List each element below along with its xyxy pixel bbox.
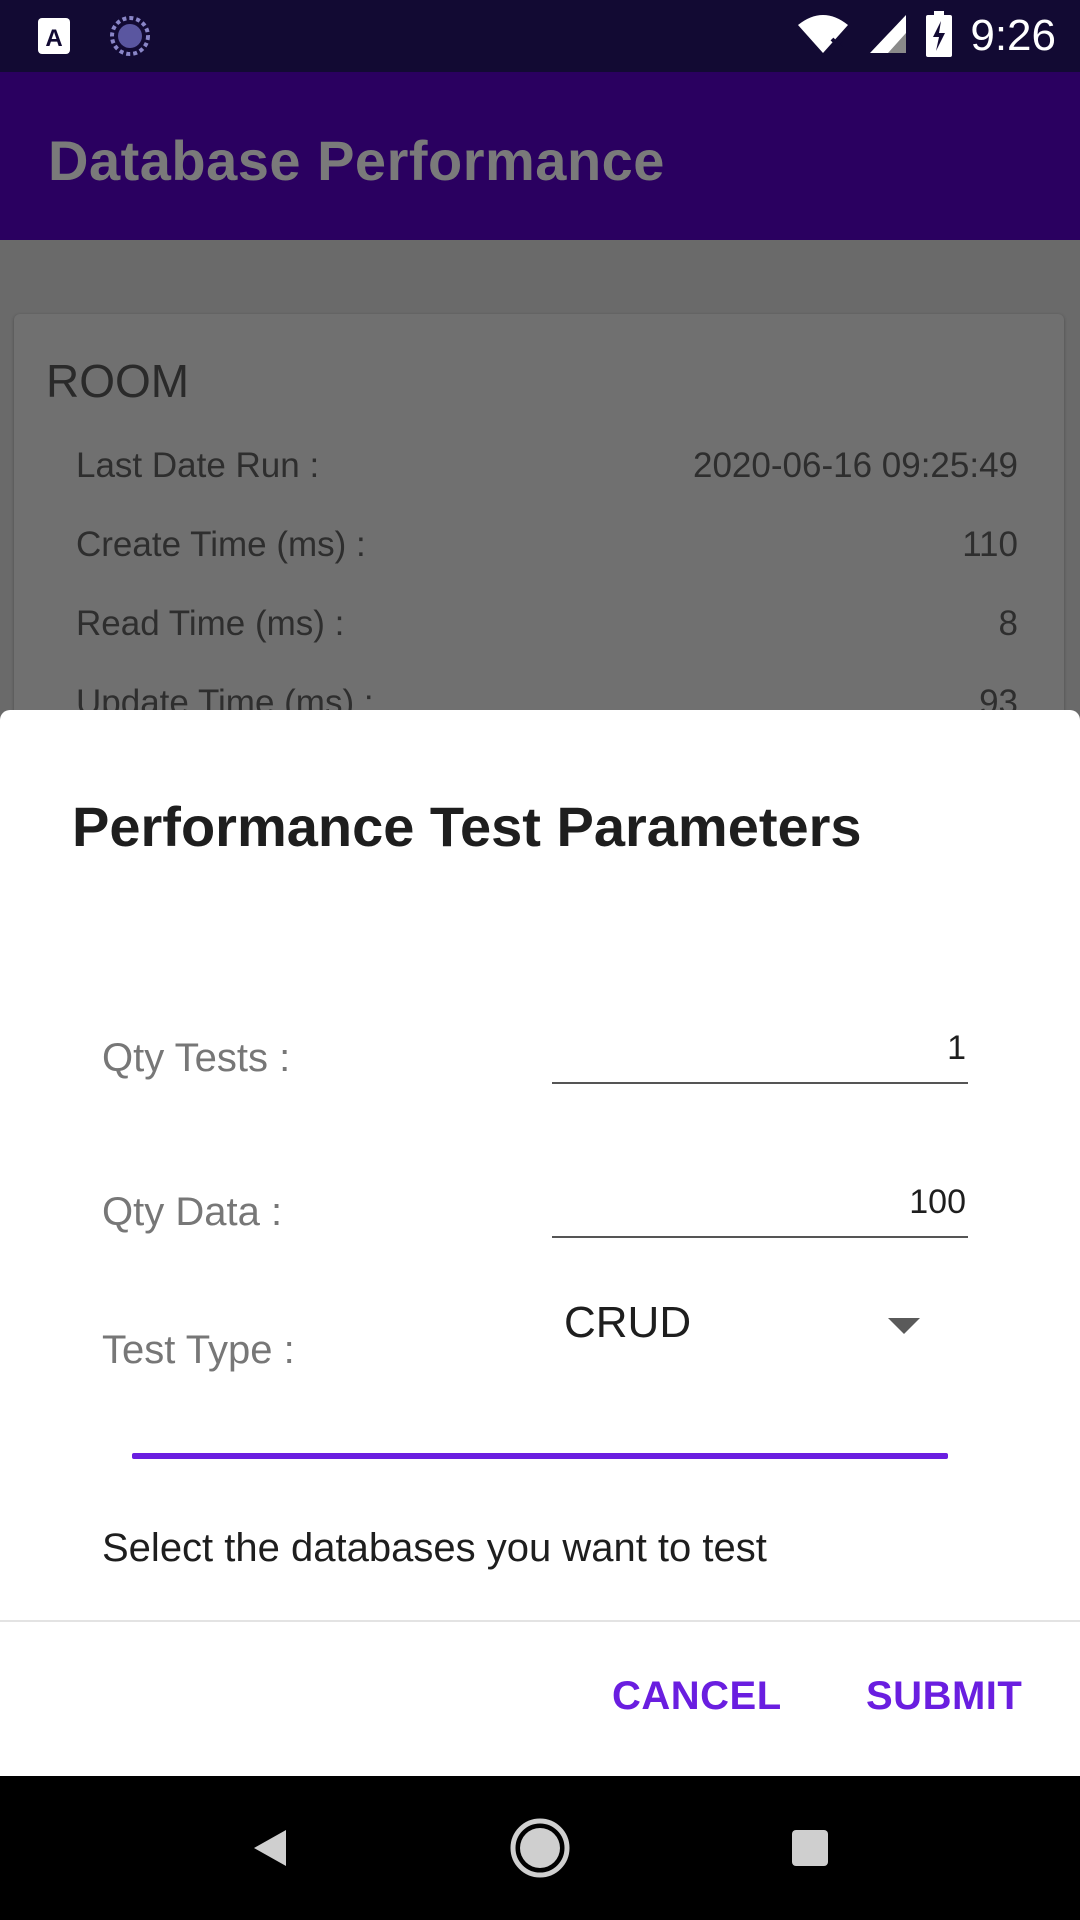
card-row-label: Read Time (ms) : (76, 604, 345, 643)
wifi-off-icon (796, 13, 850, 60)
qty-tests-input[interactable] (552, 1018, 968, 1084)
qty-data-label: Qty Data : (102, 1190, 283, 1234)
loading-circle-icon (108, 14, 152, 63)
cancel-button[interactable]: CANCEL (612, 1674, 782, 1719)
card-row-value: 2020-06-16 09:25:49 (693, 446, 1018, 485)
dialog-title: Performance Test Parameters (72, 795, 862, 858)
dropdown-arrow-icon (888, 1318, 920, 1334)
font-app-icon: A (36, 16, 72, 61)
submit-button[interactable]: SUBMIT (866, 1674, 1022, 1719)
back-icon[interactable] (234, 1812, 306, 1884)
home-icon[interactable] (504, 1812, 576, 1884)
status-time: 9:26 (970, 11, 1056, 60)
test-type-dropdown[interactable]: CRUD (552, 1292, 932, 1362)
signal-icon (868, 13, 908, 60)
accent-divider (132, 1453, 948, 1459)
battery-charging-icon (926, 10, 953, 62)
recents-icon[interactable] (774, 1812, 846, 1884)
card-row-label: Create Time (ms) : (76, 525, 366, 564)
screen: A 9:26 Database Performance ROOM Last Da… (0, 0, 1080, 1920)
qty-data-input[interactable] (552, 1172, 968, 1238)
app-bar: Database Performance (0, 72, 1080, 240)
status-bar: A 9:26 (0, 0, 1080, 72)
card-row-value: 8 (998, 604, 1018, 643)
app-title: Database Performance (48, 129, 665, 192)
test-type-label: Test Type : (102, 1328, 295, 1372)
card-row-value: 110 (962, 525, 1018, 564)
dialog-divider (0, 1620, 1080, 1622)
svg-text:A: A (45, 25, 62, 52)
qty-tests-label: Qty Tests : (102, 1036, 291, 1080)
test-type-selected: CRUD (564, 1298, 692, 1347)
navigation-bar (0, 1776, 1080, 1920)
dialog-hint: Select the databases you want to test (102, 1526, 767, 1570)
card-row-label: Last Date Run : (76, 446, 320, 485)
card-title: ROOM (46, 355, 190, 407)
performance-test-dialog: Performance Test Parameters Qty Tests : … (0, 710, 1080, 1776)
